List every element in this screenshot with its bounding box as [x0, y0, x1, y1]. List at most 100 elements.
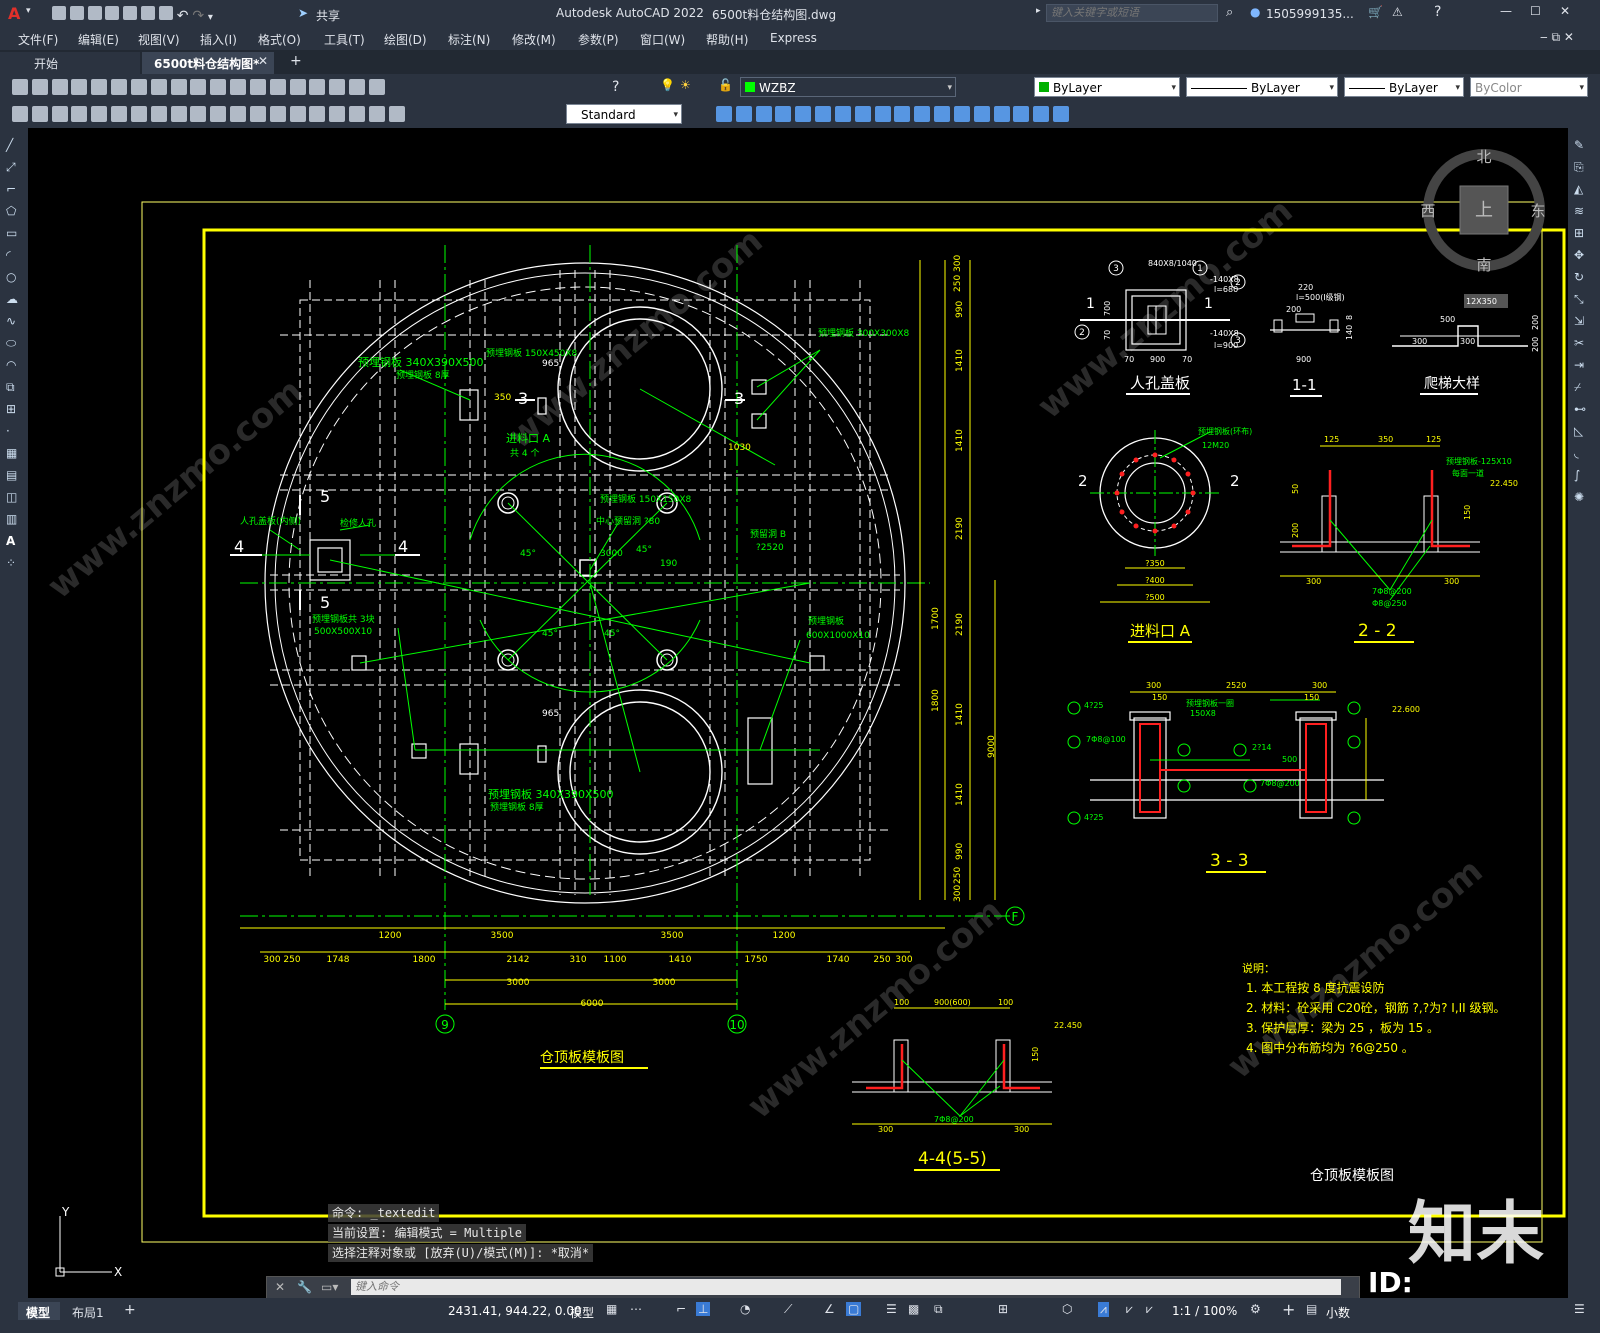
box-icon[interactable] [716, 106, 732, 122]
app-menu-chevron-icon[interactable]: ▾ [26, 6, 31, 16]
menu-format[interactable]: 格式(O) [258, 31, 301, 48]
menu-insert[interactable]: 插入(I) [200, 31, 237, 48]
dim-continue-icon[interactable] [210, 106, 227, 122]
array-icon[interactable]: ⊞ [1574, 226, 1590, 242]
tool-palettes-icon[interactable] [368, 79, 385, 95]
help-tool-icon[interactable]: ? [612, 79, 619, 95]
tab-model[interactable]: 模型 [18, 1302, 60, 1320]
layer-dropdown[interactable]: WZBZ ▾ [740, 77, 956, 97]
offset-icon[interactable]: ≋ [1574, 204, 1590, 220]
menu-edit[interactable]: 编辑(E) [78, 31, 119, 48]
viewcube-west[interactable]: 西 [1420, 202, 1435, 220]
maximize-button[interactable]: ☐ [1530, 4, 1541, 18]
viewcube-east[interactable]: 东 [1530, 202, 1545, 220]
user-icon[interactable]: ● [1250, 5, 1260, 19]
union-icon[interactable] [934, 106, 951, 122]
units-value[interactable]: 小数 [1326, 1304, 1350, 1321]
user-name[interactable]: 1505999135... [1266, 7, 1354, 21]
jogged-linear-icon[interactable] [329, 106, 346, 122]
new-file-icon[interactable] [52, 6, 66, 20]
add-selected-icon[interactable]: ⁘ [6, 556, 22, 572]
ellipse-icon[interactable]: ⬭ [6, 336, 22, 352]
help-icon[interactable]: ? [1434, 4, 1441, 20]
redo-icon[interactable]: ↷ [192, 8, 204, 24]
dim-ordinate-icon[interactable] [71, 106, 88, 122]
command-recent-icon[interactable]: ▭▾ [321, 1280, 338, 1294]
polygon-icon[interactable]: ⬠ [6, 204, 22, 220]
explode-icon[interactable]: ✺ [1574, 490, 1590, 506]
menu-draw[interactable]: 绘图(D) [384, 31, 427, 48]
plot-tool-icon[interactable] [71, 79, 88, 95]
selection-cycling-icon[interactable]: ⧉ [934, 1302, 943, 1317]
menu-tools[interactable]: 工具(T) [324, 31, 365, 48]
layer-lock-icon[interactable]: 🔓 [718, 78, 733, 92]
dim-baseline-icon[interactable] [190, 106, 207, 122]
open-icon[interactable] [31, 79, 48, 95]
open-file-icon[interactable] [69, 6, 84, 20]
center-mark-icon[interactable] [289, 106, 306, 122]
pan-icon[interactable] [249, 79, 266, 95]
scale-icon[interactable]: ⤡ [1574, 292, 1590, 308]
menu-file[interactable]: 文件(F) [18, 31, 58, 48]
save-tool-icon[interactable] [51, 79, 68, 95]
move-icon[interactable]: ✥ [1574, 248, 1590, 264]
annotation-scale-icon[interactable]: ⩗ [1146, 1302, 1153, 1317]
zoom-realtime-icon[interactable] [269, 79, 286, 95]
polyline-icon[interactable]: ⌐ [6, 182, 22, 198]
object-snap-icon[interactable]: ▢ [846, 1302, 862, 1316]
cart-icon[interactable]: 🛒 [1368, 5, 1383, 19]
workspace-icon[interactable]: ⬡ [1062, 1302, 1072, 1316]
join-icon[interactable]: ⊷ [1574, 402, 1590, 418]
copy-icon[interactable] [150, 79, 167, 95]
dim-arc-icon[interactable] [51, 106, 68, 122]
doc-window-controls[interactable]: ‒ ⧉ ✕ [1540, 30, 1574, 45]
tab-layout1[interactable]: 布局1 [72, 1304, 104, 1321]
match-properties-icon[interactable] [190, 79, 207, 95]
menu-parametric[interactable]: 参数(P) [578, 31, 619, 48]
annotation-scale-value[interactable]: 1:1 / 100% [1172, 1304, 1237, 1318]
lineweight-dropdown[interactable]: ByLayer ▾ [1344, 77, 1464, 97]
infer-constraints-icon[interactable]: ⌐ [676, 1302, 686, 1316]
stretch-icon[interactable]: ⇲ [1574, 314, 1590, 330]
multiline-text-icon[interactable]: A [6, 534, 22, 550]
copy-object-icon[interactable]: ⎘ [1574, 160, 1590, 176]
command-customize-icon[interactable]: 🔧 [297, 1280, 312, 1294]
ellipse-arc-icon[interactable]: ◠ [6, 358, 22, 374]
wedge-icon[interactable] [735, 106, 752, 122]
trim-icon[interactable]: ✂ [1574, 336, 1590, 352]
extrude-icon[interactable] [854, 106, 871, 122]
spline-icon[interactable]: ∿ [6, 314, 22, 330]
3d-rotate-icon[interactable] [1033, 106, 1050, 122]
dim-break-icon[interactable] [249, 106, 266, 122]
tab-close-icon[interactable]: ✕ [258, 54, 268, 68]
loft-icon[interactable] [914, 106, 931, 122]
plotstyle-dropdown[interactable]: ByColor ▾ [1470, 77, 1588, 97]
close-button[interactable]: ✕ [1560, 4, 1570, 18]
redo-tool-icon[interactable] [230, 79, 247, 95]
paste-icon[interactable] [170, 79, 187, 95]
slice-icon[interactable] [993, 106, 1010, 122]
sphere-icon[interactable] [775, 106, 792, 122]
circle-icon[interactable]: ○ [6, 270, 22, 286]
tolerance-icon[interactable] [269, 106, 286, 122]
drawing-canvas[interactable]: www.znzmo.com www.znzmo.com www.znzmo.co… [28, 128, 1568, 1298]
torus-icon[interactable] [815, 106, 832, 122]
undo-tool-icon[interactable] [210, 79, 227, 95]
dim-jogged-icon[interactable] [111, 106, 128, 122]
save-as-icon[interactable] [105, 6, 120, 20]
model-space-toggle[interactable]: 模型 [570, 1304, 594, 1321]
dim-diameter-icon[interactable] [130, 106, 147, 122]
snap-icon[interactable]: ⋯ [630, 1302, 642, 1316]
subtract-icon[interactable] [953, 106, 970, 122]
plot-icon[interactable] [141, 6, 156, 20]
insert-block-icon[interactable]: ⧉ [6, 380, 22, 396]
point-icon[interactable]: · [6, 424, 22, 440]
line-icon[interactable]: ╱ [6, 138, 22, 154]
command-close-icon[interactable]: ✕ [275, 1280, 285, 1294]
customize-icon[interactable]: ☰ [1574, 1302, 1585, 1316]
auto-scale-icon[interactable]: ⩗ [1126, 1302, 1133, 1317]
chamfer-icon[interactable]: ◺ [1574, 424, 1590, 440]
design-center-icon[interactable] [349, 79, 366, 95]
tab-start[interactable]: 开始 [0, 52, 140, 74]
sweep-icon[interactable] [894, 106, 911, 122]
